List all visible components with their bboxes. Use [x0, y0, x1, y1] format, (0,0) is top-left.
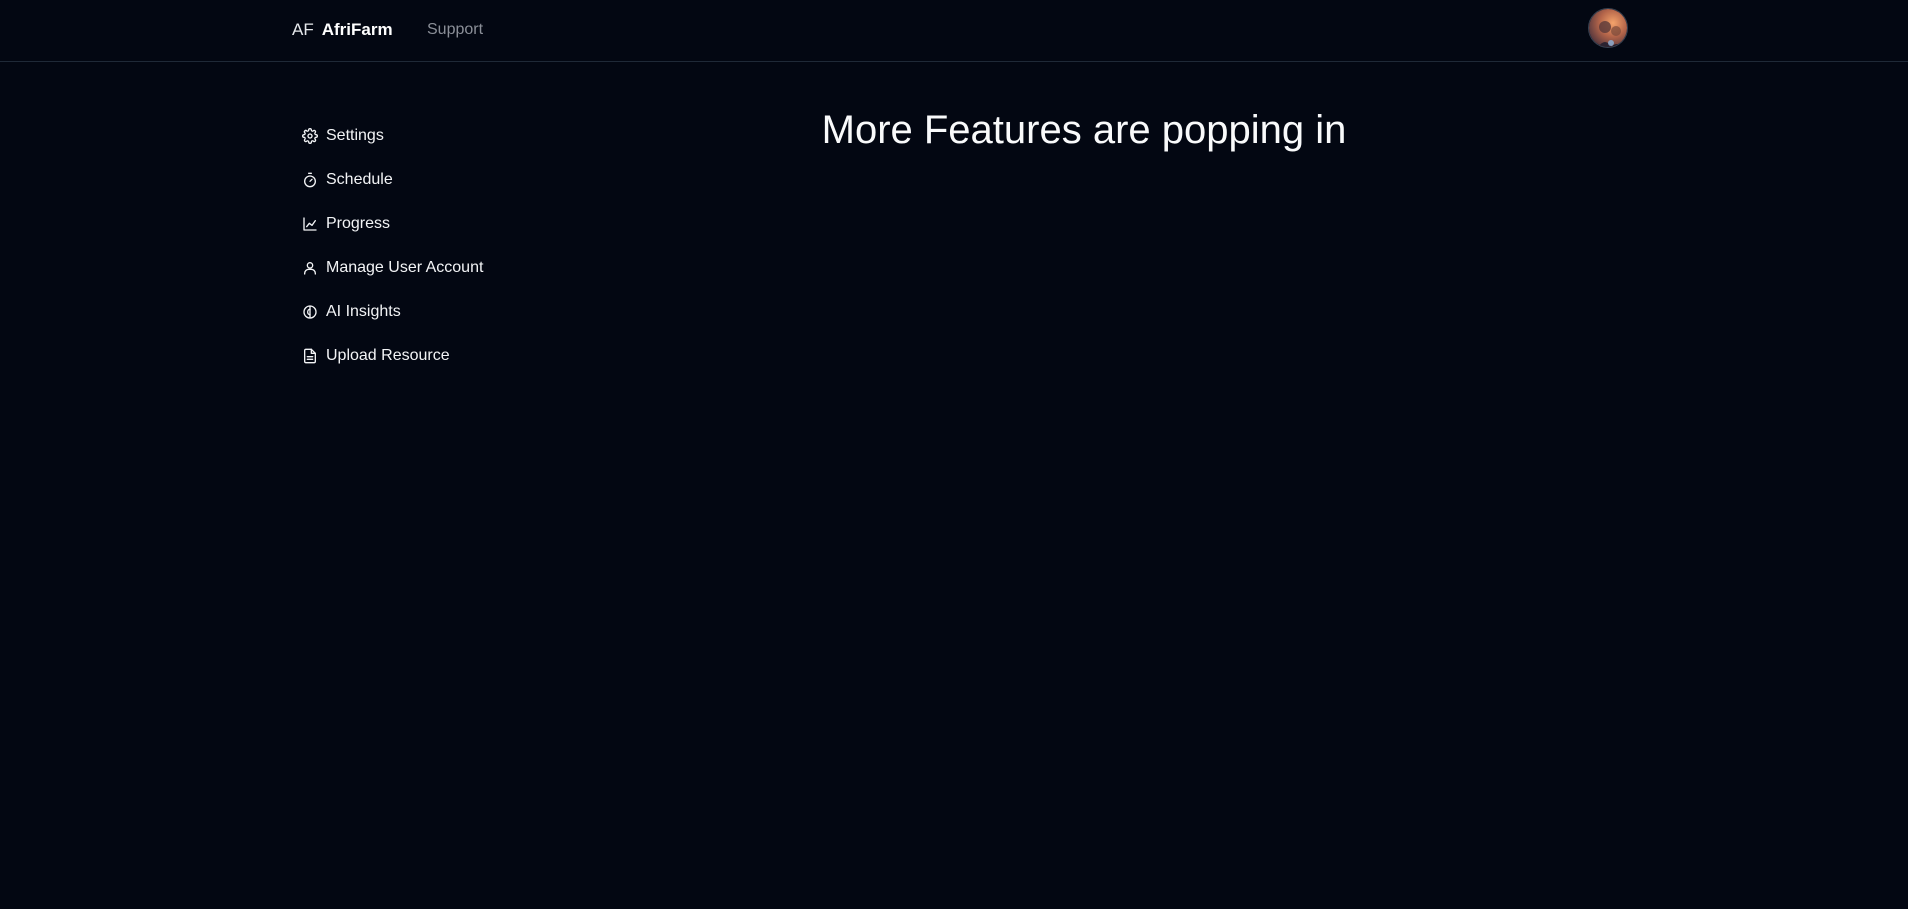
sidebar-item-label: Schedule: [326, 171, 393, 188]
avatar-image: [1589, 9, 1627, 47]
user-icon: [304, 262, 316, 275]
sidebar: Settings Schedule Progress Manage User A…: [302, 114, 562, 378]
sidebar-item-label: Upload Resource: [326, 347, 450, 364]
document-icon: [304, 348, 316, 364]
timer-icon: [304, 172, 316, 188]
line-chart-icon: [303, 217, 317, 231]
brand-name: AfriFarm: [321, 20, 393, 39]
sidebar-item-label: AI Insights: [326, 303, 401, 320]
page-heading: More Features are popping in: [821, 108, 1347, 152]
sidebar-item-schedule[interactable]: Schedule: [302, 158, 562, 202]
brand-logo-link[interactable]: AF AfriFarm: [292, 20, 393, 40]
brain-icon: [303, 305, 317, 319]
user-avatar[interactable]: [1588, 8, 1628, 48]
nav-link-support[interactable]: Support: [427, 21, 483, 39]
sidebar-item-label: Manage User Account: [326, 259, 484, 276]
sidebar-item-manage-user-account[interactable]: Manage User Account: [302, 246, 562, 290]
sidebar-item-ai-insights[interactable]: AI Insights: [302, 290, 562, 334]
sidebar-item-upload-resource[interactable]: Upload Resource: [302, 334, 562, 378]
top-navbar: AF AfriFarm Support: [0, 0, 1908, 62]
sidebar-item-progress[interactable]: Progress: [302, 202, 562, 246]
brand-abbreviation: AF: [292, 20, 314, 39]
sidebar-item-label: Progress: [326, 215, 391, 232]
